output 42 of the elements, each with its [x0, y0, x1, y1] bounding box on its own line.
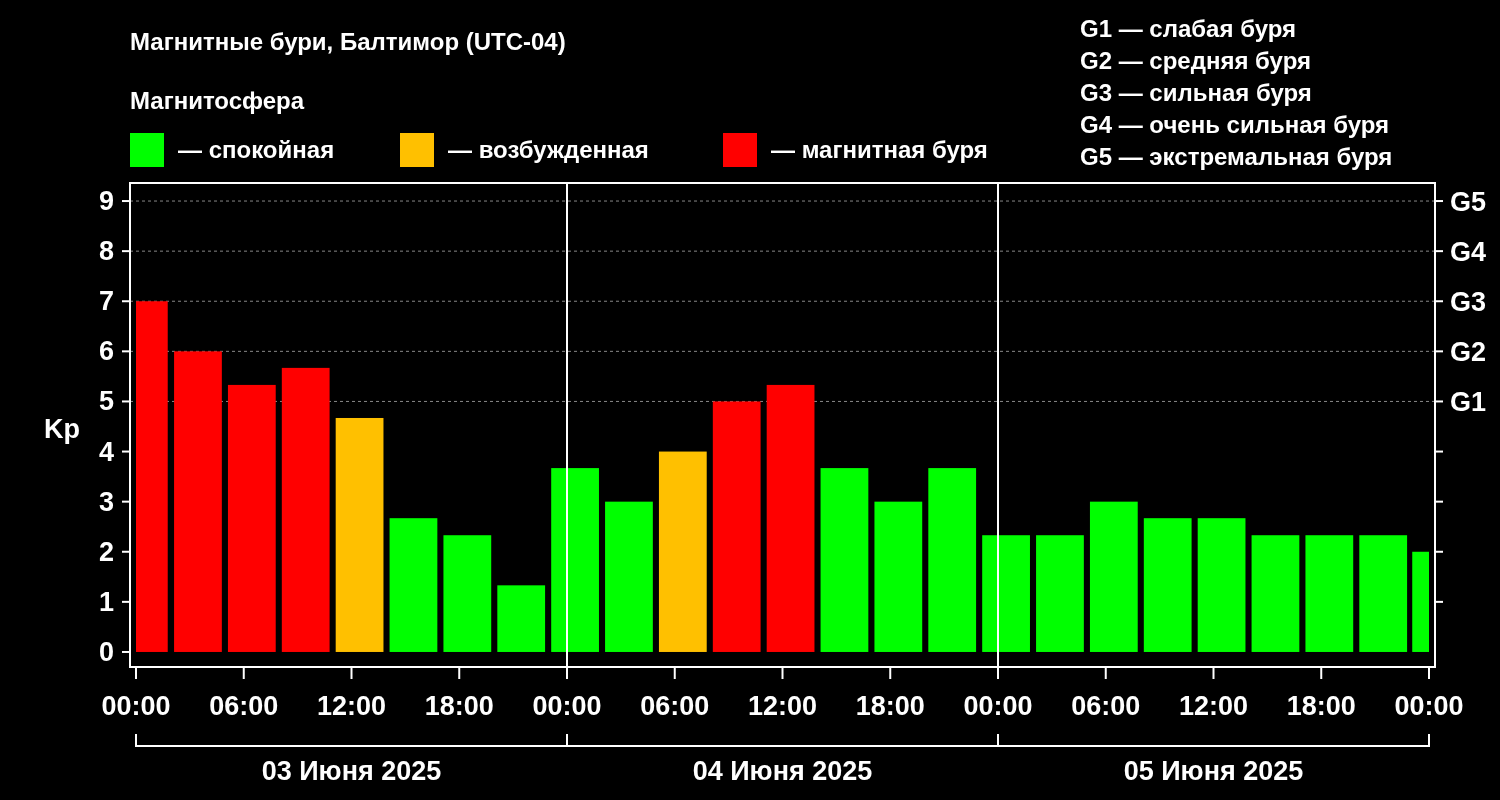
- legend-label: — возбужденная: [448, 136, 649, 163]
- x-tick-label: 18:00: [855, 691, 925, 721]
- storm-scale-item: G2 — средняя буря: [1080, 47, 1311, 74]
- storm-scale-item: G1 — слабая буря: [1080, 15, 1297, 42]
- storm-level-label: G3: [1450, 287, 1487, 318]
- storm-scale-item: G3 — сильная буря: [1080, 79, 1312, 106]
- legend-label: — спокойная: [178, 136, 335, 163]
- storm-scale-item: G5 — экстремальная буря: [1080, 143, 1393, 170]
- y-tick-label: 2: [98, 536, 114, 567]
- storm-scale-item: G4 — очень сильная буря: [1080, 111, 1390, 138]
- legend-title: Магнитосфера: [130, 87, 305, 114]
- date-label: 03 Июня 2025: [261, 756, 442, 786]
- storm-level-label: G5: [1450, 187, 1487, 218]
- x-tick-label: 06:00: [640, 691, 710, 721]
- x-tick-label: 00:00: [101, 691, 171, 721]
- y-tick-label: 9: [98, 186, 114, 217]
- y-axis-label: Kp: [44, 414, 80, 444]
- y-tick-label: 7: [98, 286, 114, 317]
- x-tick-label: 00:00: [532, 691, 602, 721]
- storm-level-label: G1: [1450, 387, 1487, 418]
- date-label: 04 Июня 2025: [692, 756, 873, 786]
- storm-level-label: G2: [1450, 337, 1487, 368]
- y-tick-label: 5: [98, 386, 114, 417]
- x-tick-label: 18:00: [1286, 691, 1356, 721]
- y-tick-label: 8: [98, 236, 114, 267]
- x-tick-label: 06:00: [1071, 691, 1141, 721]
- x-tick-label: 00:00: [963, 691, 1033, 721]
- x-tick-label: 00:00: [1394, 691, 1464, 721]
- y-tick-label: 4: [98, 436, 114, 467]
- y-tick-label: 3: [98, 486, 114, 517]
- x-tick-label: 12:00: [316, 691, 387, 721]
- y-tick-label: 6: [98, 336, 114, 367]
- storm-level-label: G4: [1450, 237, 1487, 268]
- chart-title: Магнитные бури, Балтимор (UTC-04): [130, 28, 566, 55]
- y-tick-label: 0: [98, 636, 114, 667]
- x-tick-label: 12:00: [1178, 691, 1249, 721]
- x-tick-label: 12:00: [747, 691, 818, 721]
- date-label: 05 Июня 2025: [1123, 756, 1304, 786]
- x-tick-label: 18:00: [424, 691, 494, 721]
- y-tick-label: 1: [98, 586, 114, 617]
- legend-label: — магнитная буря: [771, 136, 988, 163]
- x-tick-label: 06:00: [209, 691, 279, 721]
